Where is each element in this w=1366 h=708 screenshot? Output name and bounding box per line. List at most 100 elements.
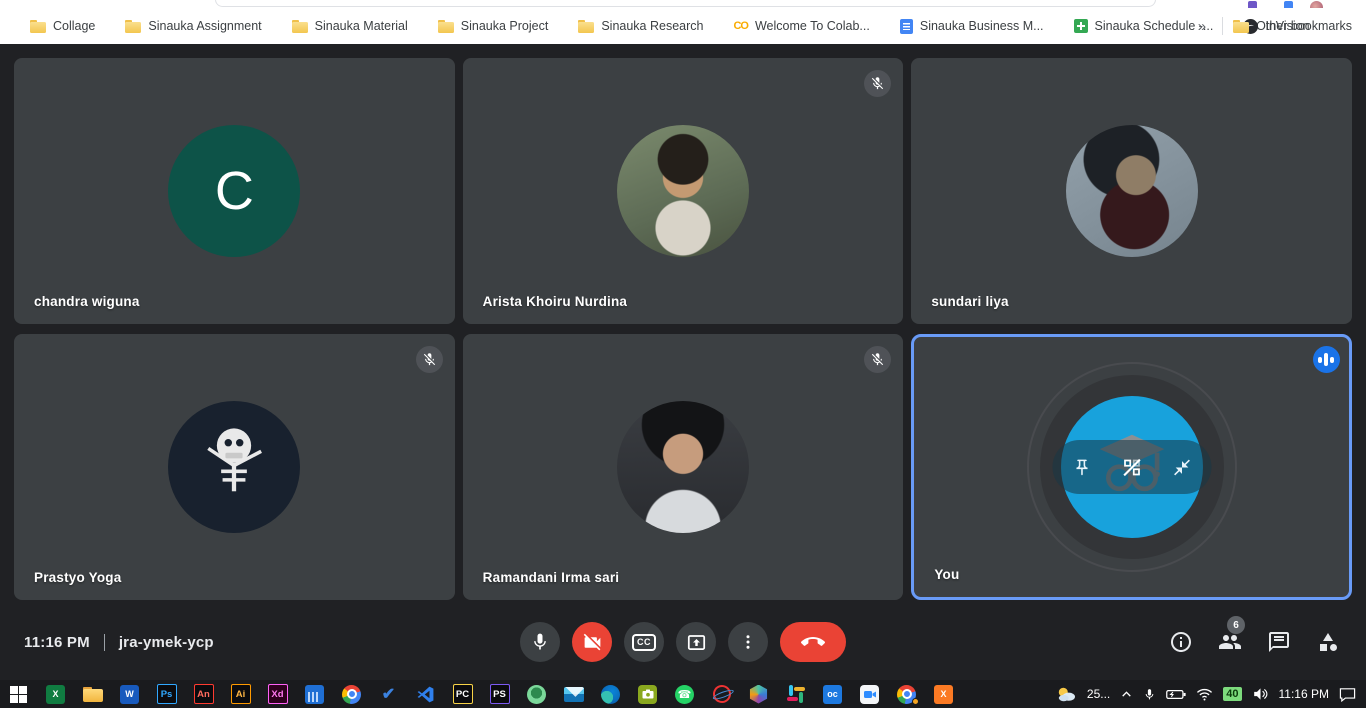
participants-button[interactable]: 6 (1218, 630, 1242, 654)
file-explorer-icon (83, 687, 103, 702)
taskbar-animate[interactable]: An (185, 680, 222, 708)
profile-avatar[interactable] (1310, 1, 1323, 8)
activities-button[interactable] (1316, 630, 1340, 654)
taskbar-slack[interactable] (777, 680, 814, 708)
bookmark-collage[interactable]: Collage (30, 19, 95, 33)
participant-name: You (934, 567, 959, 582)
google-doc-icon (900, 19, 913, 34)
minimize-icon[interactable] (1172, 458, 1191, 477)
bookmark-label: Welcome To Colab... (755, 19, 870, 33)
taskbar-excel[interactable]: X (37, 680, 74, 708)
taskbar-chrome-running[interactable] (888, 680, 925, 708)
weather-temp[interactable]: 25... (1087, 687, 1110, 701)
participant-tile-you[interactable]: You (911, 334, 1352, 600)
participant-tile-sundari[interactable]: sundari liya (911, 58, 1352, 324)
screen: Collage Sinauka Assignment Sinauka Mater… (0, 0, 1366, 708)
folder-icon (1233, 20, 1249, 33)
divider (104, 634, 105, 651)
chat-button[interactable] (1267, 630, 1291, 654)
system-tray: 25... 40 11:16 PM (1055, 685, 1366, 703)
tray-expand-icon[interactable] (1120, 688, 1133, 701)
photoshop-icon: Ps (157, 684, 177, 704)
taskbar-vscode[interactable] (407, 680, 444, 708)
taskbar-orbit-app[interactable] (703, 680, 740, 708)
bookmark-sinauka-business[interactable]: Sinauka Business M... (900, 19, 1044, 34)
avatar-photo (1066, 125, 1198, 257)
taskbar-zoom-camera[interactable] (851, 680, 888, 708)
captions-button[interactable]: CC (624, 622, 664, 662)
meeting-details[interactable]: 11:16 PM jra-ymek-ycp (24, 634, 214, 651)
more-vert-icon (739, 633, 757, 651)
taskbar-whatsapp[interactable]: ☎ (666, 680, 703, 708)
bookmark-label: Sinauka Project (461, 19, 549, 33)
bookmarks-bar: Collage Sinauka Assignment Sinauka Mater… (0, 8, 1366, 44)
leave-call-button[interactable] (780, 622, 846, 662)
participants-grid: C chandra wiguna Arista Khoiru Nurdina s… (14, 58, 1352, 600)
bookmark-sinauka-material[interactable]: Sinauka Material (292, 19, 408, 33)
taskbar-file-explorer[interactable] (74, 680, 111, 708)
divider (1222, 17, 1223, 35)
mic-button[interactable] (520, 622, 560, 662)
chrome-icon (342, 685, 361, 704)
bookmark-label: Sinauka Assignment (148, 19, 261, 33)
mail-icon (564, 687, 584, 702)
remove-tile-icon[interactable] (1121, 457, 1142, 478)
tray-mic-icon[interactable] (1143, 687, 1156, 702)
taskbar-android-emulator[interactable] (518, 680, 555, 708)
phpstorm-icon: PS (490, 684, 510, 704)
tray-volume-icon[interactable] (1252, 687, 1269, 701)
address-bar-sliver[interactable] (215, 0, 1156, 7)
bookmark-sinauka-project[interactable]: Sinauka Project (438, 19, 549, 33)
participant-tile-prastyo[interactable]: Prastyo Yoga (14, 334, 455, 600)
present-button[interactable] (676, 622, 716, 662)
bookmark-welcome-to-colab[interactable]: COWelcome To Colab... (733, 19, 869, 33)
taskbar-camera-app[interactable] (629, 680, 666, 708)
battery-percent-badge[interactable]: 40 (1223, 687, 1241, 701)
participant-name: chandra wiguna (34, 294, 140, 309)
participant-name: Ramandani Irma sari (483, 570, 620, 585)
mic-muted-badge (864, 346, 891, 373)
taskbar-oc-app[interactable]: oc (814, 680, 851, 708)
more-options-button[interactable] (728, 622, 768, 662)
vscode-icon (416, 685, 435, 704)
taskbar-illustrator[interactable]: Ai (222, 680, 259, 708)
participant-tile-ramandani[interactable]: Ramandani Irma sari (463, 334, 904, 600)
taskbar-word[interactable]: W (111, 680, 148, 708)
taskbar-hexagon-app[interactable] (740, 680, 777, 708)
taskbar-xampp[interactable]: X (925, 680, 962, 708)
avatar-photo (617, 401, 749, 533)
taskbar-photoshop[interactable]: Ps (148, 680, 185, 708)
camera-off-button[interactable] (572, 622, 612, 662)
tray-wifi-icon[interactable] (1196, 688, 1213, 701)
bookmark-sinauka-assignment[interactable]: Sinauka Assignment (125, 19, 261, 33)
mic-off-icon (870, 352, 885, 367)
mic-icon (530, 632, 550, 652)
skeleton-art (189, 417, 279, 517)
taskbar-calendar[interactable] (296, 680, 333, 708)
avatar-initial: C (168, 125, 300, 257)
extension-icon[interactable] (1284, 1, 1293, 8)
action-center-icon[interactable] (1339, 687, 1356, 702)
taskbar-edge[interactable] (592, 680, 629, 708)
bookmark-sinauka-research[interactable]: Sinauka Research (578, 19, 703, 33)
mic-muted-badge (416, 346, 443, 373)
extension-icon[interactable] (1248, 1, 1257, 8)
tray-battery-icon[interactable] (1166, 688, 1186, 701)
taskbar-check-app[interactable]: ✔ (370, 680, 407, 708)
meet-stage: C chandra wiguna Arista Khoiru Nurdina s… (0, 44, 1366, 680)
participant-tile-arista[interactable]: Arista Khoiru Nurdina (463, 58, 904, 324)
tray-clock[interactable]: 11:16 PM (1279, 687, 1329, 701)
taskbar-phpstorm[interactable]: PS (481, 680, 518, 708)
taskbar-chrome[interactable] (333, 680, 370, 708)
participant-tile-chandra-wiguna[interactable]: C chandra wiguna (14, 58, 455, 324)
meeting-info-button[interactable] (1169, 630, 1193, 654)
start-button[interactable] (0, 680, 37, 708)
pin-icon[interactable] (1072, 458, 1091, 477)
call-controls: CC (520, 622, 846, 662)
taskbar-mail[interactable] (555, 680, 592, 708)
bookmarks-overflow-button[interactable]: » (1192, 18, 1212, 35)
animate-icon: An (194, 684, 214, 704)
taskbar-adobe-xd[interactable]: Xd (259, 680, 296, 708)
taskbar-pycharm[interactable]: PC (444, 680, 481, 708)
hexagon-app-icon (749, 685, 768, 704)
